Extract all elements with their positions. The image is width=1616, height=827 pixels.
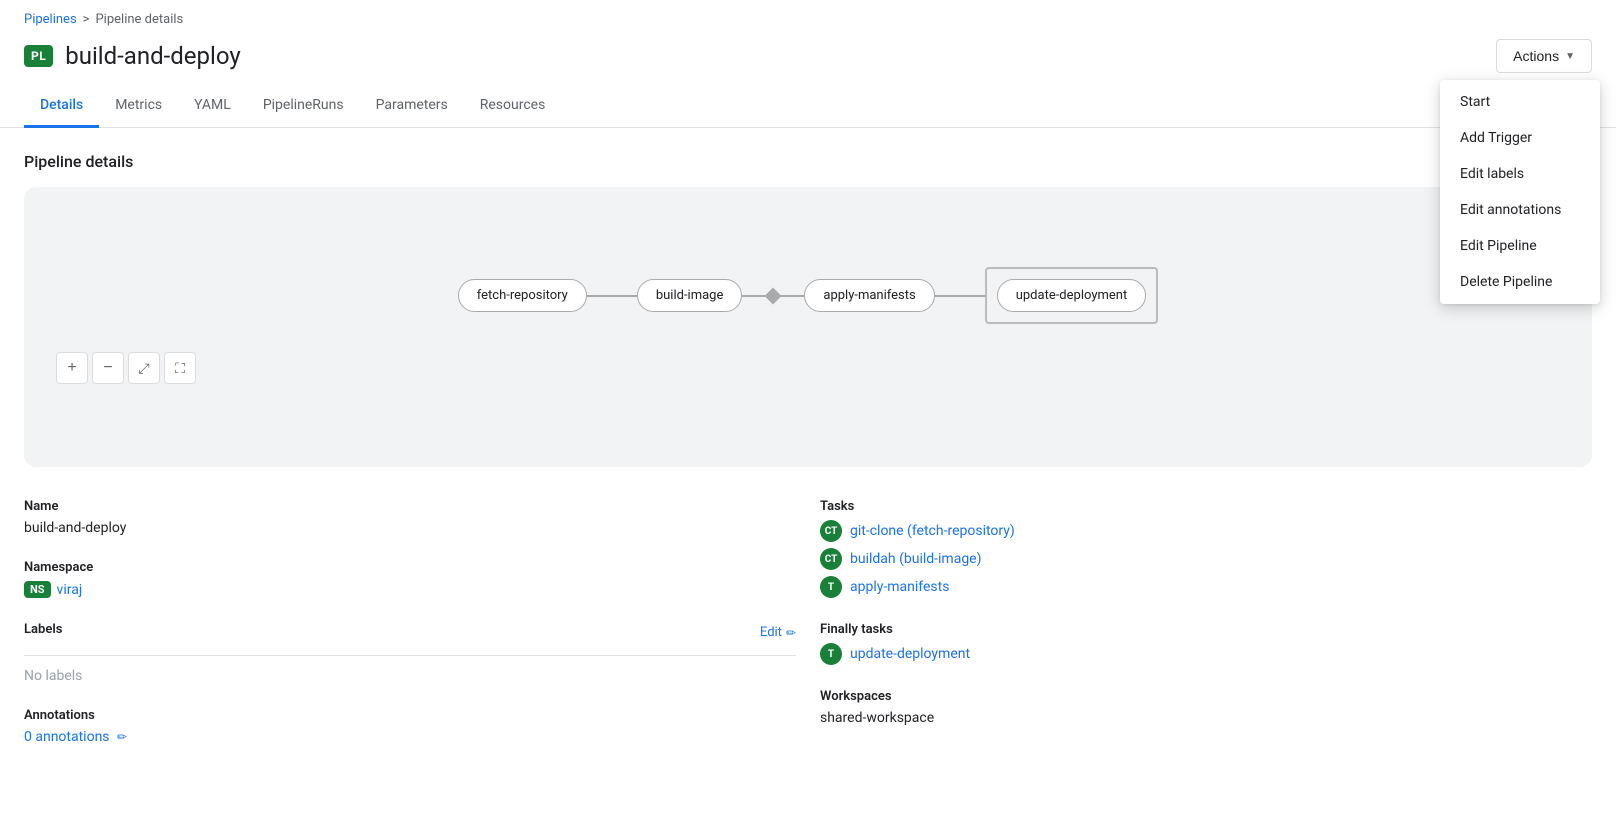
task-link-1[interactable]: buildah (build-image) — [850, 551, 981, 567]
tasks-section: Tasks CT git-clone (fetch-repository) CT… — [820, 499, 1592, 598]
tab-resources[interactable]: Resources — [464, 85, 562, 128]
actions-label: Actions — [1513, 48, 1559, 64]
pencil-icon: ✏ — [786, 626, 796, 640]
finally-task-item-0: T update-deployment — [820, 643, 1592, 665]
pipeline-node-apply-manifests[interactable]: apply-manifests — [804, 279, 934, 312]
task-badge-1: CT — [820, 548, 842, 570]
finally-task-link-0[interactable]: update-deployment — [850, 646, 970, 662]
tab-parameters[interactable]: Parameters — [360, 85, 464, 128]
actions-button[interactable]: Actions ▼ — [1496, 39, 1592, 73]
dropdown-item-edit-pipeline[interactable]: Edit Pipeline — [1440, 228, 1600, 264]
details-right: Tasks CT git-clone (fetch-repository) CT… — [820, 499, 1592, 769]
dropdown-item-edit-labels[interactable]: Edit labels — [1440, 156, 1600, 192]
tab-pipelineruns[interactable]: PipelineRuns — [247, 85, 360, 128]
task-badge-2: T — [820, 576, 842, 598]
finally-tasks-list: T update-deployment — [820, 643, 1592, 665]
dropdown-item-delete-pipeline[interactable]: Delete Pipeline — [1440, 264, 1600, 300]
labels-header: Labels Edit ✏ — [24, 622, 796, 643]
diagram-controls: + − ⤢ ⛶ — [44, 344, 1572, 392]
breadcrumb-parent[interactable]: Pipelines — [24, 12, 77, 27]
zoom-in-button[interactable]: + — [56, 352, 88, 384]
chevron-down-icon: ▼ — [1565, 51, 1575, 62]
fullscreen-icon: ⛶ — [175, 360, 185, 377]
details-left: Name build-and-deploy Namespace NS viraj… — [24, 499, 796, 769]
details-grid: Name build-and-deploy Namespace NS viraj… — [24, 499, 1592, 769]
pipeline-node-fetch-repository[interactable]: fetch-repository — [458, 279, 587, 312]
edit-label-text: Edit — [760, 625, 782, 640]
pipeline-flow: fetch-repository build-image apply-manif… — [44, 207, 1572, 344]
connector-3 — [935, 295, 985, 297]
task-badge-0: CT — [820, 520, 842, 542]
connector-2 — [742, 290, 804, 302]
task-item-1: CT buildah (build-image) — [820, 548, 1592, 570]
labels-edit-button[interactable]: Edit ✏ — [760, 625, 796, 640]
dropdown-item-start[interactable]: Start — [1440, 84, 1600, 120]
breadcrumb-separator: > — [83, 12, 90, 27]
finally-tasks-label: Finally tasks — [820, 622, 1592, 637]
dropdown-item-edit-annotations[interactable]: Edit annotations — [1440, 192, 1600, 228]
annotations-link[interactable]: 0 annotations ✏ — [24, 729, 127, 745]
workspaces-value: shared-workspace — [820, 710, 1592, 726]
namespace-section: Namespace NS viraj — [24, 560, 796, 598]
tab-details[interactable]: Details — [24, 85, 99, 128]
pipeline-node-build-image[interactable]: build-image — [637, 279, 743, 312]
task-item-2: T apply-manifests — [820, 576, 1592, 598]
tasks-label: Tasks — [820, 499, 1592, 514]
pipeline-node-update-deployment[interactable]: update-deployment — [997, 279, 1147, 312]
namespace-badge-row: NS viraj — [24, 581, 82, 598]
workspaces-label: Workspaces — [820, 689, 1592, 704]
task-link-0[interactable]: git-clone (fetch-repository) — [850, 523, 1015, 539]
reset-zoom-button[interactable]: ⤢ — [128, 352, 160, 384]
actions-dropdown-menu: Start Add Trigger Edit labels Edit annot… — [1440, 80, 1600, 304]
fullscreen-button[interactable]: ⛶ — [164, 352, 196, 384]
zoom-out-button[interactable]: − — [92, 352, 124, 384]
section-title: Pipeline details — [24, 152, 1592, 171]
name-section: Name build-and-deploy — [24, 499, 796, 536]
workspaces-section: Workspaces shared-workspace — [820, 689, 1592, 726]
main-content: Pipeline details fetch-repository build-… — [0, 128, 1616, 793]
namespace-link[interactable]: viraj — [57, 582, 83, 598]
pipeline-diagram: fetch-repository build-image apply-manif… — [24, 187, 1592, 467]
name-label: Name — [24, 499, 796, 514]
tab-yaml[interactable]: YAML — [178, 85, 247, 128]
page-header: PL build-and-deploy Actions ▼ — [0, 31, 1616, 85]
annotations-edit-icon: ✏ — [117, 730, 127, 744]
task-item-0: CT git-clone (fetch-repository) — [820, 520, 1592, 542]
annotations-value: 0 annotations — [24, 729, 110, 745]
annotations-label: Annotations — [24, 708, 796, 723]
reset-icon: ⤢ — [138, 360, 149, 377]
labels-divider — [24, 655, 796, 656]
breadcrumb: Pipelines > Pipeline details — [0, 0, 1616, 31]
page-title-row: PL build-and-deploy — [24, 42, 241, 70]
zoom-out-icon: − — [103, 359, 112, 377]
labels-section: Labels Edit ✏ No labels — [24, 622, 796, 684]
pipeline-badge: PL — [24, 45, 53, 67]
ns-badge: NS — [24, 581, 51, 598]
page-title: build-and-deploy — [65, 42, 240, 70]
task-link-2[interactable]: apply-manifests — [850, 579, 949, 595]
zoom-in-icon: + — [67, 359, 76, 377]
name-value: build-and-deploy — [24, 520, 796, 536]
pipeline-node-update-deployment-wrapper: update-deployment — [985, 267, 1159, 324]
finally-tasks-section: Finally tasks T update-deployment — [820, 622, 1592, 665]
labels-value: No labels — [24, 668, 796, 684]
connector-1 — [587, 295, 637, 297]
annotations-section: Annotations 0 annotations ✏ — [24, 708, 796, 745]
finally-task-badge-0: T — [820, 643, 842, 665]
tab-metrics[interactable]: Metrics — [99, 85, 178, 128]
namespace-label: Namespace — [24, 560, 796, 575]
breadcrumb-current: Pipeline details — [95, 12, 183, 27]
tasks-list: CT git-clone (fetch-repository) CT build… — [820, 520, 1592, 598]
tabs-bar: Details Metrics YAML PipelineRuns Parame… — [0, 85, 1616, 128]
labels-label: Labels — [24, 622, 62, 637]
dropdown-item-add-trigger[interactable]: Add Trigger — [1440, 120, 1600, 156]
